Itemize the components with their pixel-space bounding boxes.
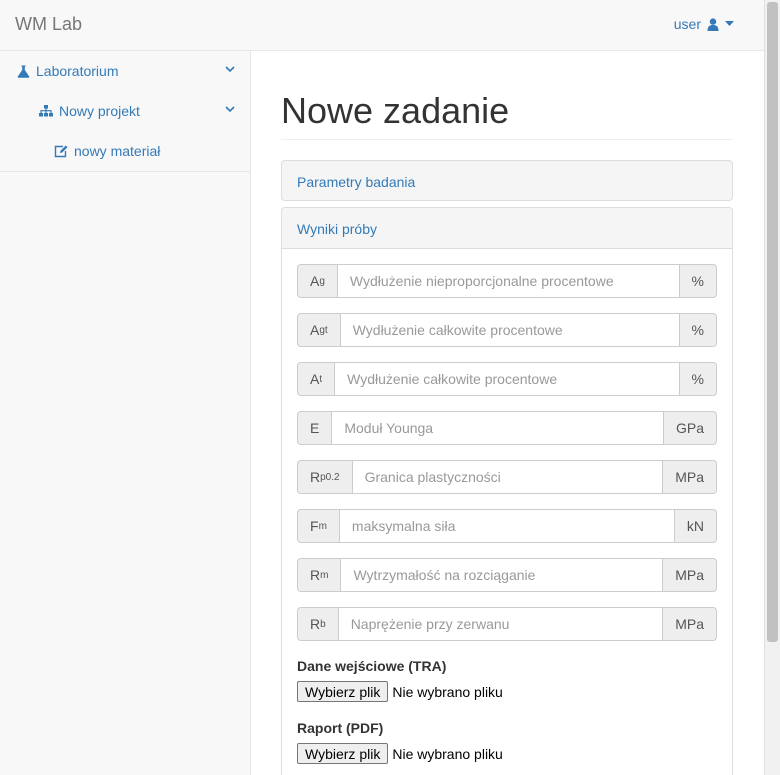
unit-addon: MPa xyxy=(663,607,717,641)
sidebar-item-nowy-material[interactable]: nowy materiał xyxy=(54,143,160,159)
symbol-addon: Rp0.2 xyxy=(297,460,352,494)
input-group-e: E GPa xyxy=(297,411,717,445)
brand-logo[interactable]: WM Lab xyxy=(15,14,82,35)
chevron-down-icon[interactable] xyxy=(225,106,235,113)
input-group-rm: Rm MPa xyxy=(297,558,717,592)
file-input-tra: Wybierz plik Nie wybrano pliku xyxy=(297,681,503,702)
file-status: Nie wybrano pliku xyxy=(392,683,503,700)
sitemap-icon xyxy=(39,105,53,117)
choose-file-button[interactable]: Wybierz plik xyxy=(297,681,389,702)
unit-addon: kN xyxy=(674,509,717,543)
page-title: Nowe zadanie xyxy=(281,90,510,131)
top-navbar: WM Lab user xyxy=(0,0,764,51)
rm-input[interactable] xyxy=(340,558,664,592)
title-divider xyxy=(281,139,733,140)
unit-addon: GPa xyxy=(663,411,717,445)
e-input[interactable] xyxy=(331,411,664,445)
panel-header[interactable]: Wyniki próby xyxy=(282,208,732,249)
sidebar-item-label: nowy materiał xyxy=(74,143,161,159)
edit-icon xyxy=(54,145,68,157)
symbol-addon: E xyxy=(297,411,332,445)
sidebar: Laboratorium Nowy projekt nowy materiał xyxy=(0,51,251,775)
user-icon xyxy=(707,17,719,31)
input-group-rp02: Rp0.2 MPa xyxy=(297,460,717,494)
input-group-agt: Agt % xyxy=(297,313,717,347)
file-status: Nie wybrano pliku xyxy=(392,745,503,762)
input-group-at: At % xyxy=(297,362,717,396)
rp02-input[interactable] xyxy=(351,460,664,494)
symbol-addon: Rb xyxy=(297,607,338,641)
file-label-tra: Dane wejściowe (TRA) xyxy=(297,658,447,674)
sidebar-item-nowy-projekt[interactable]: Nowy projekt xyxy=(39,103,140,119)
sidebar-item-label: Laboratorium xyxy=(36,63,119,79)
rb-input[interactable] xyxy=(337,607,664,641)
at-input[interactable] xyxy=(334,362,680,396)
caret-down-icon xyxy=(725,21,734,26)
file-input-pdf: Wybierz plik Nie wybrano pliku xyxy=(297,743,503,764)
sidebar-divider xyxy=(0,171,250,172)
agt-input[interactable] xyxy=(339,313,680,347)
symbol-addon: Fm xyxy=(297,509,339,543)
input-group-fm: Fm kN xyxy=(297,509,717,543)
unit-addon: % xyxy=(679,362,717,396)
ag-input[interactable] xyxy=(336,264,680,298)
user-menu[interactable]: user xyxy=(674,16,734,32)
unit-addon: % xyxy=(679,313,717,347)
symbol-addon: Ag xyxy=(297,264,337,298)
flask-icon xyxy=(17,65,30,78)
input-group-rb: Rb MPa xyxy=(297,607,717,641)
sidebar-item-laboratorium[interactable]: Laboratorium xyxy=(17,63,119,79)
symbol-addon: Agt xyxy=(297,313,340,347)
panel-parametry-badania[interactable]: Parametry badania xyxy=(281,160,733,201)
fm-input[interactable] xyxy=(338,509,675,543)
unit-addon: % xyxy=(679,264,717,298)
unit-addon: MPa xyxy=(663,460,717,494)
user-label: user xyxy=(673,16,701,32)
page-scrollbar[interactable] xyxy=(764,0,780,775)
panel-title: Parametry badania xyxy=(297,174,416,190)
symbol-addon: Rm xyxy=(297,558,341,592)
symbol-addon: At xyxy=(297,362,335,396)
file-label-pdf: Raport (PDF) xyxy=(297,720,384,736)
scroll-thumb[interactable] xyxy=(767,2,778,642)
unit-addon: MPa xyxy=(663,558,717,592)
chevron-down-icon[interactable] xyxy=(225,66,235,73)
input-group-ag: Ag % xyxy=(297,264,717,298)
panel-title: Wyniki próby xyxy=(297,221,378,237)
sidebar-item-label: Nowy projekt xyxy=(59,103,140,119)
choose-file-button[interactable]: Wybierz plik xyxy=(297,743,389,764)
